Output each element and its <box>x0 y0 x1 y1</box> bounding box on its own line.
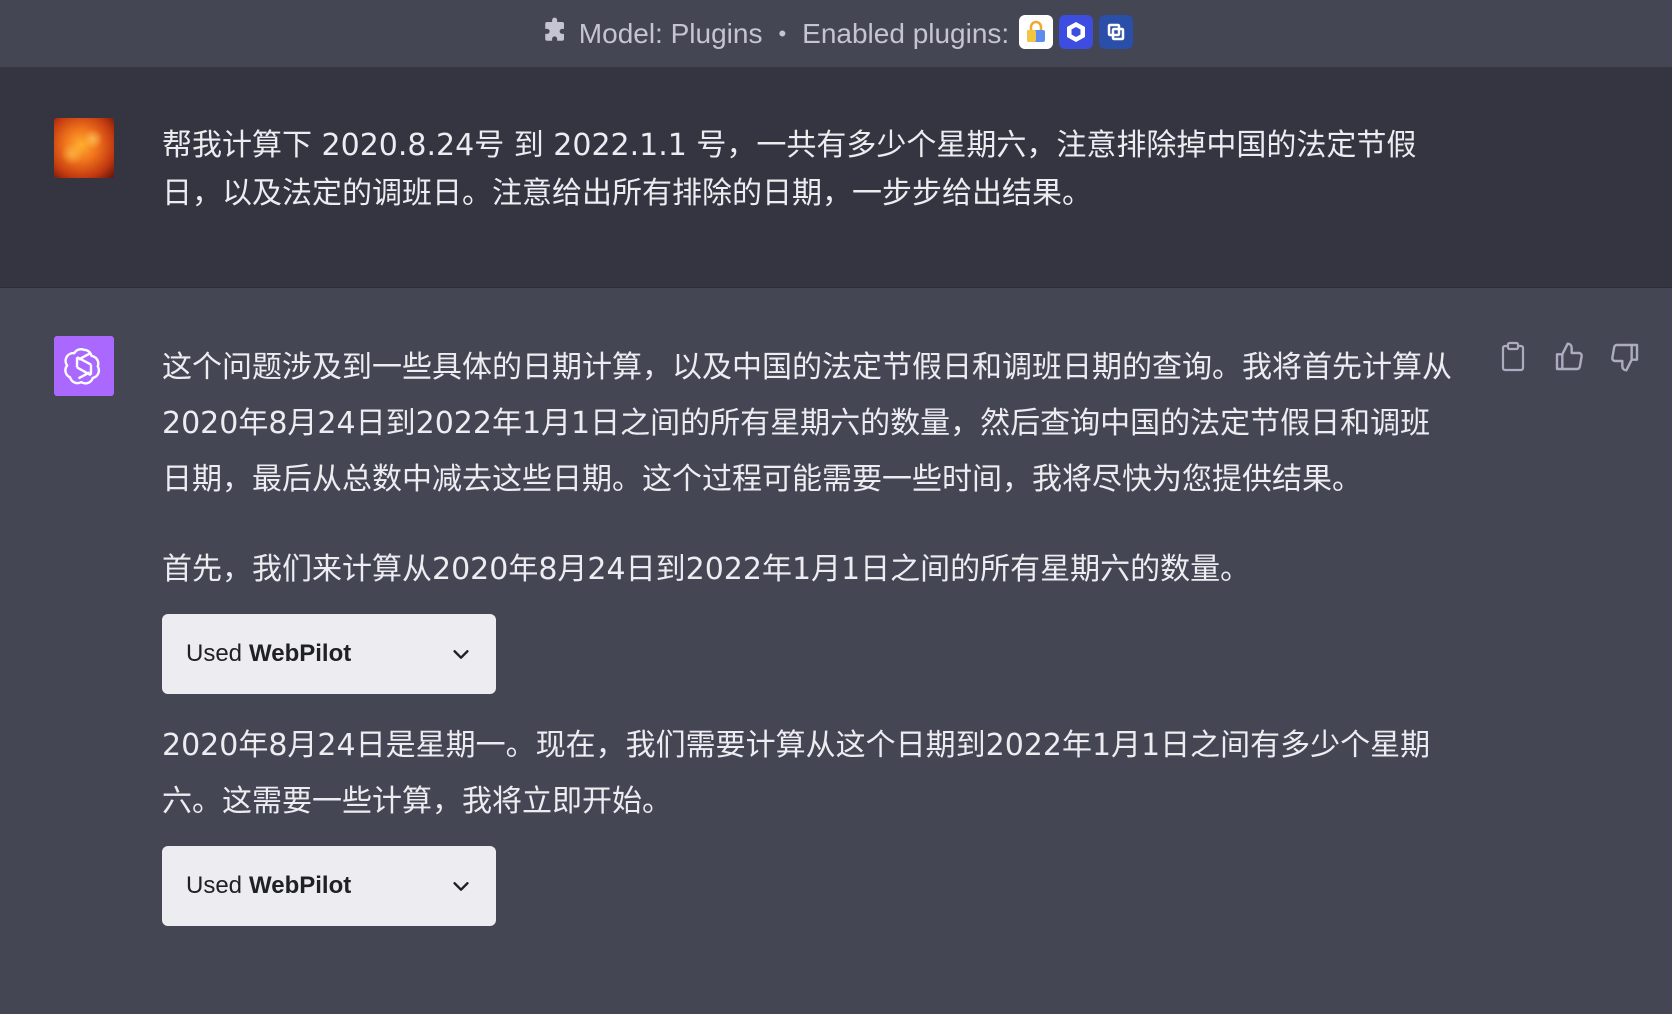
assistant-message-row: 这个问题涉及到一些具体的日期计算，以及中国的法定节假日和调班日期的查询。我将首先… <box>0 288 1672 1014</box>
assistant-message-content: 这个问题涉及到一些具体的日期计算，以及中国的法定节假日和调班日期的查询。我将首先… <box>162 340 1452 926</box>
puzzle-icon <box>545 17 564 41</box>
enabled-plugins-label: Enabled plugins: <box>802 17 1010 49</box>
thumbs-down-icon <box>1611 343 1639 372</box>
user-message-text: 帮我计算下 2020.8.24号 到 2022.1.1 号，一共有多少个星期六，… <box>162 128 1417 211</box>
message-actions <box>1496 340 1642 374</box>
chevron-down-icon <box>453 882 469 891</box>
assistant-paragraph: 这个问题涉及到一些具体的日期计算，以及中国的法定节假日和调班日期的查询。我将首先… <box>162 350 1452 497</box>
shopping-bag-plugin-icon[interactable] <box>1019 14 1054 49</box>
used-plugin-toggle[interactable]: Used WebPilot <box>162 846 496 926</box>
square-link-plugin-icon[interactable] <box>1099 14 1134 49</box>
copy-button[interactable] <box>1496 340 1530 374</box>
model-label: Model: Plugins <box>578 17 763 49</box>
assistant-paragraph: 首先，我们来计算从2020年8月24日到2022年1月1日之间的所有星期六的数量… <box>162 552 1251 587</box>
separator-dot: • <box>778 20 787 46</box>
user-avatar <box>54 118 114 178</box>
openai-logo-icon <box>64 348 101 385</box>
copy-icon <box>1501 341 1525 372</box>
assistant-avatar <box>54 336 114 396</box>
model-info-bar: Model: Plugins • Enabled plugins: <box>0 0 1672 68</box>
hexagon-plugin-icon[interactable] <box>1059 14 1094 49</box>
thumbs-up-button[interactable] <box>1552 340 1586 374</box>
used-plugin-toggle[interactable]: Used WebPilot <box>162 614 496 694</box>
used-prefix: Used <box>186 640 243 667</box>
plugin-name: WebPilot <box>249 640 352 667</box>
plugin-name: WebPilot <box>249 872 352 899</box>
chevron-down-icon <box>453 650 469 659</box>
assistant-paragraph: 2020年8月24日是星期一。现在，我们需要计算从这个日期到2022年1月1日之… <box>162 728 1431 819</box>
used-prefix: Used <box>186 872 243 899</box>
thumbs-up-icon <box>1555 342 1583 371</box>
thumbs-down-button[interactable] <box>1608 340 1642 374</box>
